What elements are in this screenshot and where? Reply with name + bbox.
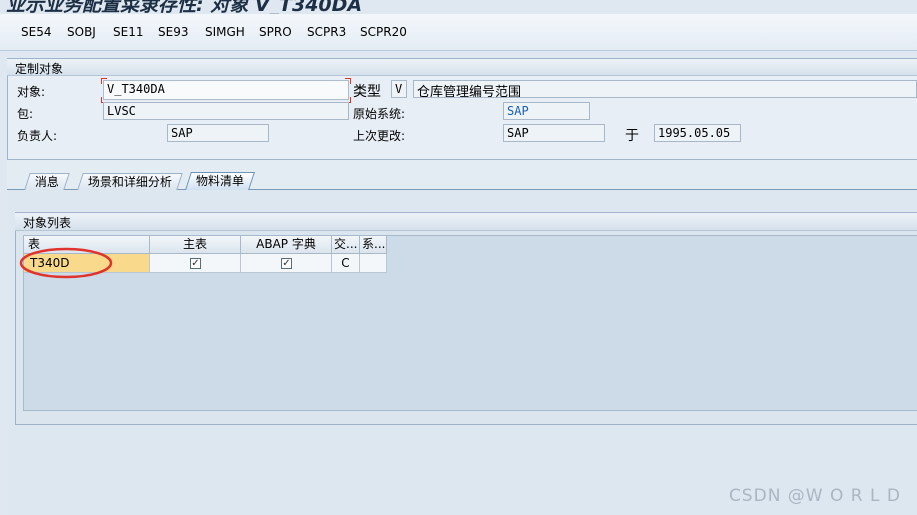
toolbar-button-se54[interactable]: SE54 (21, 25, 51, 39)
watermark: CSDN @W O R L D (728, 486, 901, 506)
object-label: 对象: (17, 85, 46, 99)
focus-corner-tr (345, 78, 351, 84)
last-change-field: SAP (503, 124, 605, 142)
type-label: 类型 (353, 84, 381, 100)
object-list-title: 对象列表 (23, 216, 72, 230)
custom-object-group-header: 定制对象 (7, 59, 917, 76)
last-change-label: 上次更改: (353, 129, 406, 143)
cell-abap-dict[interactable]: ✓ (241, 254, 332, 273)
on-label: 于 (625, 128, 639, 144)
toolbar-button-se11[interactable]: SE11 (113, 25, 143, 39)
toolbar-button-scpr3[interactable]: SCPR3 (307, 25, 346, 39)
toolbar-button-scpr20[interactable]: SCPR20 (360, 25, 407, 39)
date-field: 1995.05.05 (654, 124, 741, 142)
focus-corner-tl (101, 78, 107, 84)
annotation-circle (19, 247, 113, 279)
tab-messages-label: 消息 (34, 175, 59, 189)
tab-messages[interactable]: 消息 (24, 173, 70, 190)
window-title: 业示业务配置菜隶存性: 对象 V_T340DA (6, 0, 363, 14)
cell-main-table[interactable]: ✓ (150, 254, 241, 273)
toolbar: SE54 SOBJ SE11 SE93 SIMGH SPRO SCPR3 SCP… (0, 14, 917, 51)
cell-trans: C (332, 254, 360, 273)
cell-sys (360, 254, 387, 273)
tab-scenario-analysis-label: 场景和详细分析 (87, 175, 172, 189)
owner-field: SAP (167, 124, 269, 142)
package-label: 包: (17, 107, 34, 121)
column-header-main-table[interactable]: 主表 (150, 236, 241, 254)
column-header-trans[interactable]: 交... (332, 236, 360, 254)
toolbar-button-sobj[interactable]: SOBJ (67, 25, 96, 39)
custom-object-group-title: 定制对象 (15, 62, 64, 76)
toolbar-button-simgh[interactable]: SIMGH (205, 25, 245, 39)
toolbar-button-se93[interactable]: SE93 (158, 25, 188, 39)
owner-label: 负责人: (17, 129, 58, 143)
package-field: LVSC (103, 102, 349, 120)
orig-system-label: 原始系统: (353, 107, 406, 121)
window-title-bar: 业示业务配置菜隶存性: 对象 V_T340DA (0, 0, 917, 14)
orig-system-field: SAP (503, 102, 590, 120)
main-table-checkbox[interactable]: ✓ (190, 258, 201, 269)
column-header-abap-dict[interactable]: ABAP 字典 (241, 236, 332, 254)
tab-scenario-analysis[interactable]: 场景和详细分析 (77, 173, 183, 190)
tab-bom-label: 物料清单 (196, 174, 245, 188)
column-header-sys[interactable]: 系... (360, 236, 387, 254)
tab-bom[interactable]: 物料清单 (185, 172, 255, 190)
type-description-field: 仓库管理编号范围 (413, 80, 917, 98)
object-list-header: 对象列表 (15, 213, 917, 231)
type-field: V (391, 80, 407, 98)
object-field[interactable]: V_T340DA (103, 80, 349, 100)
abap-dict-checkbox[interactable]: ✓ (281, 258, 292, 269)
toolbar-button-spro[interactable]: SPRO (259, 25, 292, 39)
